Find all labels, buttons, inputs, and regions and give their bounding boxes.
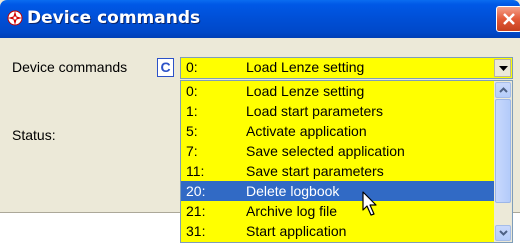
window-title: Device commands <box>27 8 201 28</box>
dropdown-button[interactable] <box>494 59 511 77</box>
list-item-label: Load Lenze setting <box>246 83 365 99</box>
close-x-icon <box>503 13 515 25</box>
mouse-pointer-icon <box>362 191 377 216</box>
combo-selected-text: Load Lenze setting <box>246 59 365 75</box>
list-item[interactable]: 21: Archive log file <box>181 201 494 221</box>
list-item[interactable]: 5: Activate application <box>181 121 494 141</box>
status-label: Status: <box>12 127 56 143</box>
list-item-label: Activate application <box>246 123 367 139</box>
device-commands-combobox[interactable]: 0: Load Lenze setting <box>180 57 513 79</box>
title-bar[interactable]: Device commands <box>0 0 520 38</box>
list-item-number: 11: <box>186 163 205 179</box>
compass-icon <box>7 10 23 26</box>
device-commands-label: Device commands <box>12 59 128 75</box>
scroll-down-button[interactable] <box>495 225 511 241</box>
device-commands-dropdown-list[interactable]: 0: Load Lenze setting 1: Load start para… <box>180 80 513 243</box>
list-item-label: Delete logbook <box>246 183 340 199</box>
list-item-number: 1: <box>186 103 198 119</box>
list-item-selected[interactable]: 20: Delete logbook <box>181 181 494 201</box>
list-item-number: 20: <box>186 183 206 199</box>
list-item-label: Start application <box>246 223 347 239</box>
list-item[interactable]: 0: Load Lenze setting <box>181 81 494 101</box>
list-item-label: Archive log file <box>246 203 338 219</box>
close-button[interactable] <box>496 6 520 32</box>
command-badge: C <box>157 58 174 77</box>
list-item-label: Save start parameters <box>246 163 384 179</box>
list-item[interactable]: 11: Save start parameters <box>181 161 494 181</box>
list-item[interactable]: 7: Save selected application <box>181 141 494 161</box>
list-item-number: 5: <box>186 123 198 139</box>
list-item[interactable]: 1: Load start parameters <box>181 101 494 121</box>
scroll-thumb[interactable] <box>495 99 511 203</box>
combo-selected-number: 0: <box>186 59 198 75</box>
list-item-number: 0: <box>186 83 198 99</box>
list-item-label: Save selected application <box>246 143 405 159</box>
list-item-number: 21: <box>186 203 206 219</box>
list-item-number: 7: <box>186 143 198 159</box>
chevron-up-icon <box>499 87 508 93</box>
list-item-number: 31: <box>186 223 206 239</box>
chevron-down-icon <box>499 66 508 71</box>
scroll-up-button[interactable] <box>495 82 511 98</box>
list-item[interactable]: 31: Start application <box>181 221 494 241</box>
list-item-label: Load start parameters <box>246 103 383 119</box>
vertical-scrollbar[interactable] <box>494 81 512 242</box>
chevron-down-icon <box>499 230 508 236</box>
